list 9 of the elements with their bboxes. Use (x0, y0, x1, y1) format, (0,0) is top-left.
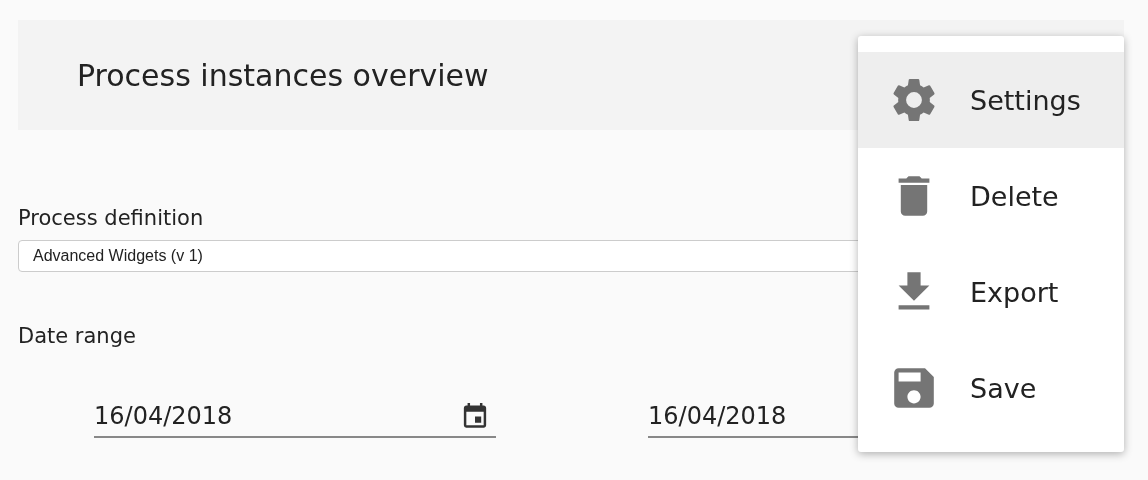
page-title: Process instances overview (77, 57, 489, 93)
calendar-icon[interactable] (462, 403, 488, 429)
field-label: Date range (18, 324, 137, 348)
date-field[interactable]: 16/04/2018 (94, 396, 496, 438)
date-value: 16/04/2018 (94, 402, 233, 430)
gear-icon (892, 78, 936, 122)
menu-item[interactable]: Settings (858, 52, 1124, 148)
field-label: Process definition (18, 206, 205, 230)
date-value: 16/04/2018 (648, 402, 787, 430)
